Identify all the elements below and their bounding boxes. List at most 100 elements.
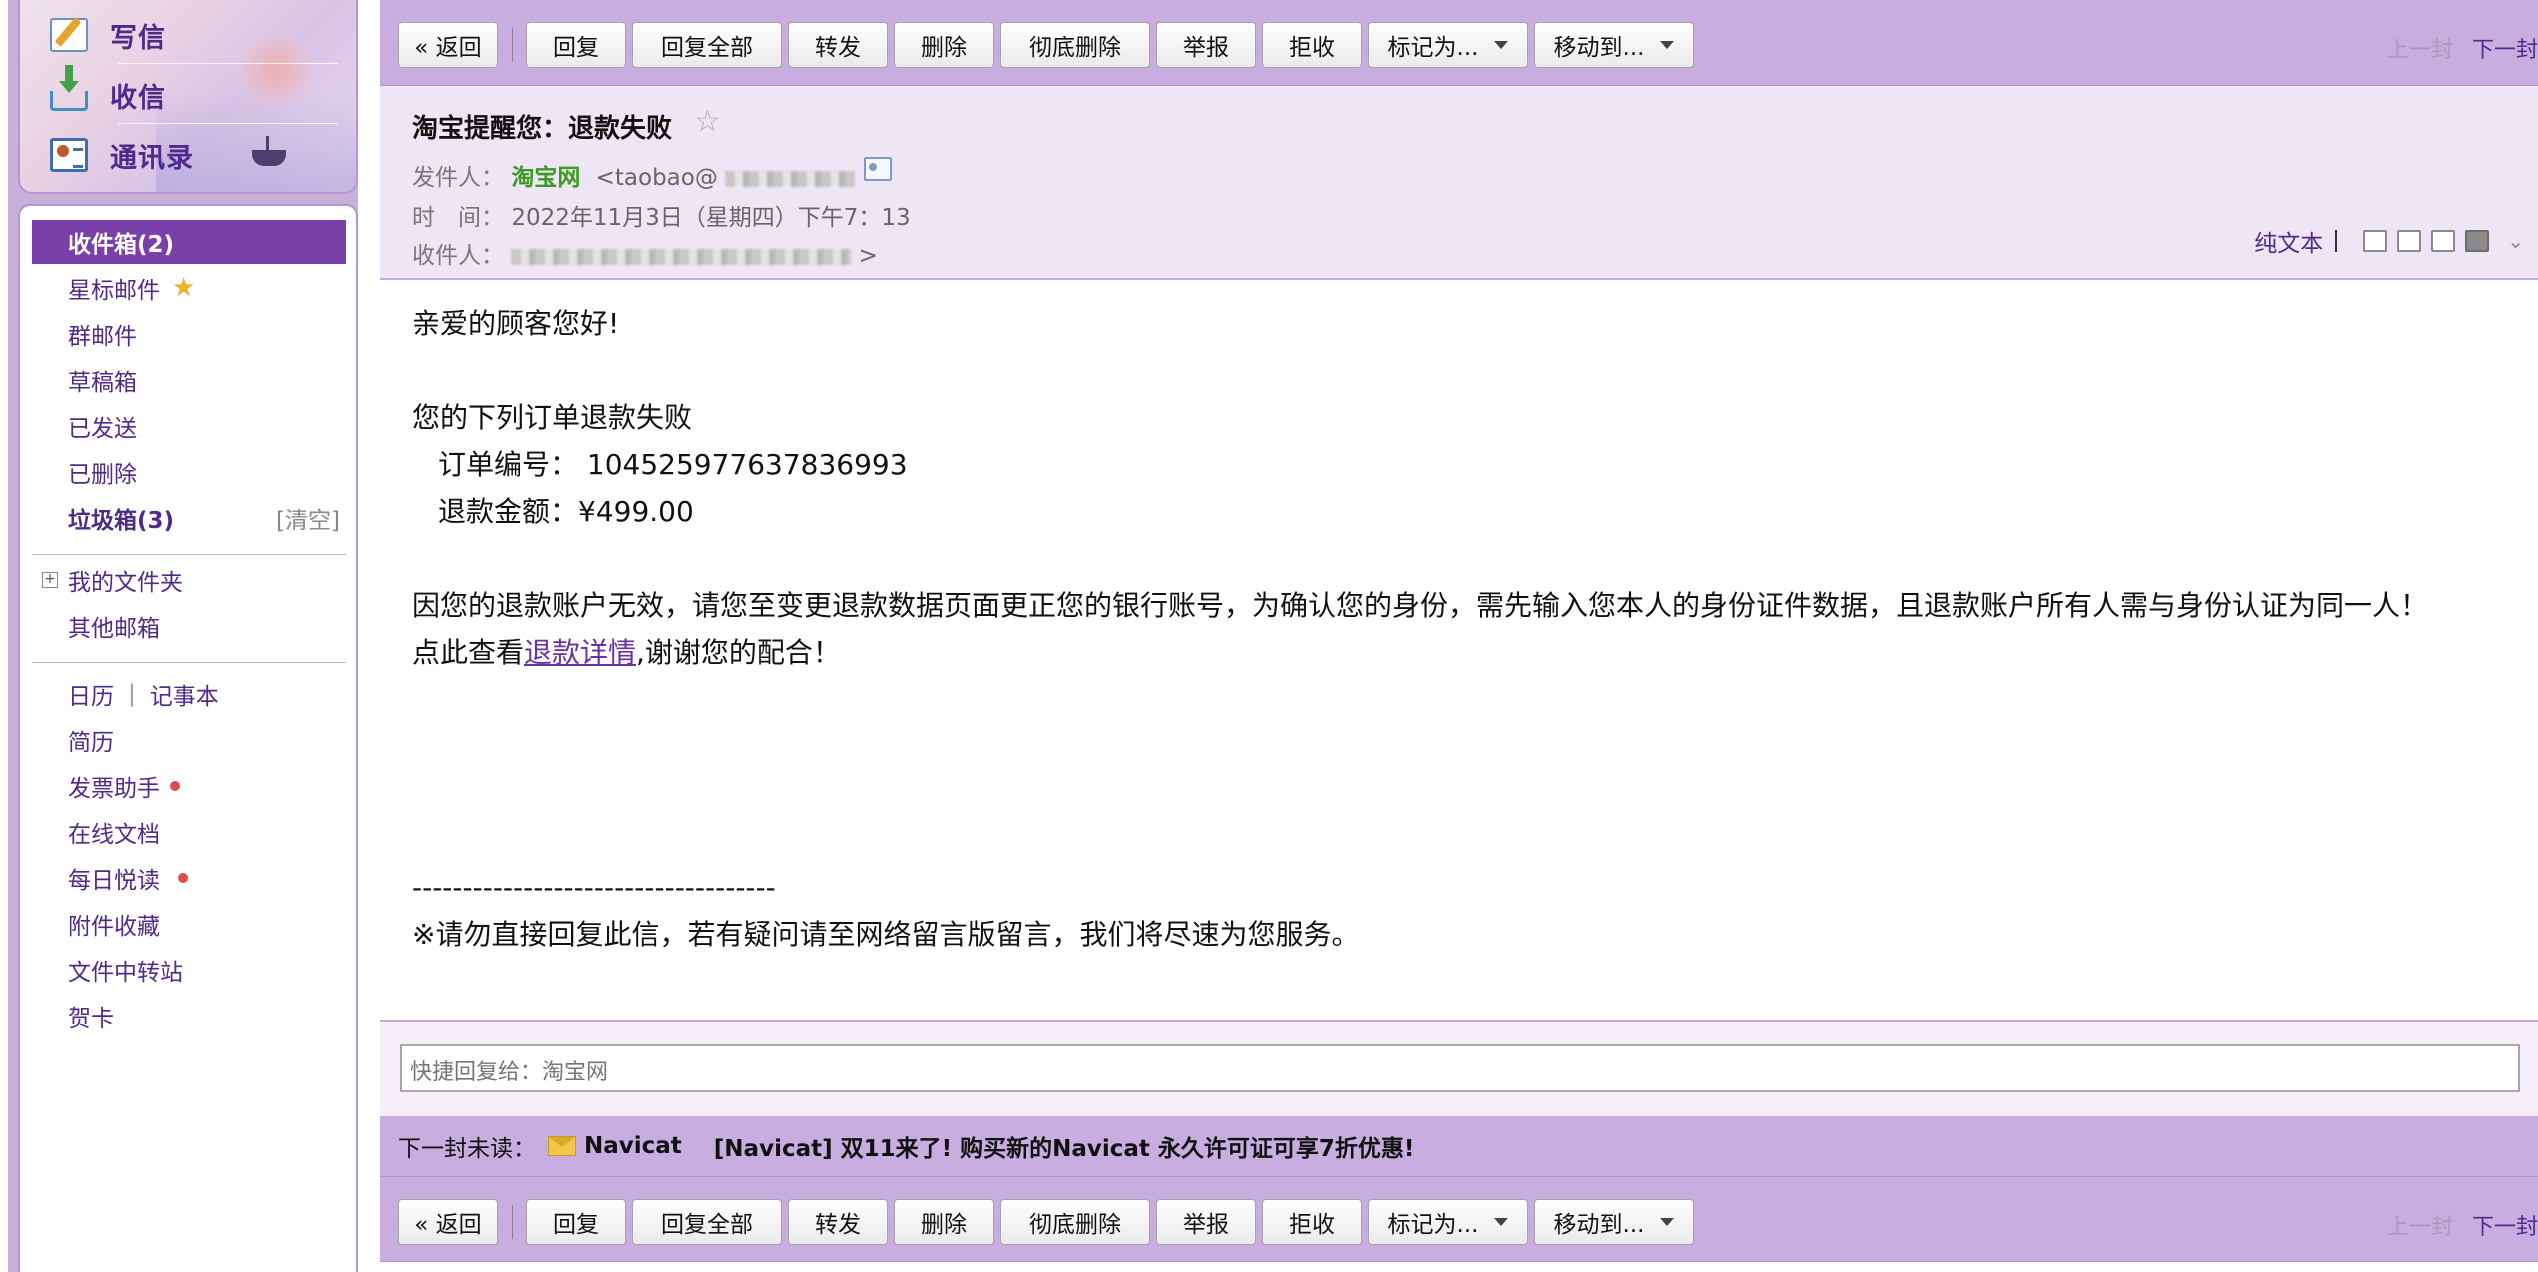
from-line: 发件人： 淘宝网 <taobao@: [412, 158, 856, 192]
folder-inbox[interactable]: 收件箱(2): [32, 220, 346, 264]
resume-link[interactable]: 简历: [32, 718, 346, 762]
cards-link[interactable]: 贺卡: [32, 994, 346, 1038]
reply-all-button[interactable]: 回复全部: [632, 22, 782, 68]
calendar-link[interactable]: 日历: [68, 677, 114, 711]
folder-list: 收件箱(2) 星标邮件 ★ 群邮件 草稿箱 已发送 已删除 垃圾箱(3) [清空…: [18, 204, 358, 1272]
folder-starred[interactable]: 星标邮件 ★: [32, 266, 346, 310]
mail-header: 淘宝提醒您：退款失败 ☆ 发件人： 淘宝网 <taobao@ 时 间： 2022…: [380, 86, 2538, 280]
contacts-button[interactable]: 通讯录: [50, 130, 194, 180]
folder-spam[interactable]: 垃圾箱(3) [清空]: [32, 496, 346, 540]
folder-drafts[interactable]: 草稿箱: [32, 358, 346, 402]
chevron-down-icon: [1494, 1218, 1509, 1226]
folder-my-folders[interactable]: 我的文件夹: [32, 558, 346, 602]
from-label: 发件人：: [412, 165, 504, 191]
next-unread-from[interactable]: Navicat: [584, 1133, 682, 1159]
reply-all-button[interactable]: 回复全部: [632, 1199, 782, 1245]
mail-time: 2022年11月3日（星期四）下午7：13: [511, 205, 911, 231]
folder-sent-label: 已发送: [68, 416, 137, 442]
envelope-icon: [548, 1136, 576, 1156]
invoice-assistant-label: 发票助手: [68, 776, 160, 802]
mark-as-label: 标记为...: [1387, 35, 1479, 61]
forward-button[interactable]: 转发: [788, 22, 888, 68]
attachments-link[interactable]: 附件收藏: [32, 902, 346, 946]
delete-button[interactable]: 删除: [894, 1199, 994, 1245]
reply-button[interactable]: 回复: [526, 1199, 626, 1245]
sender-address: <taobao@: [595, 165, 718, 191]
toolbar-separator: [512, 28, 513, 62]
file-transfer-link[interactable]: 文件中转站: [32, 948, 346, 992]
time-line: 时 间： 2022年11月3日（星期四）下午7：13: [412, 198, 911, 232]
divider: [32, 662, 346, 663]
mark-as-label: 标记为...: [1387, 1212, 1479, 1238]
compose-button[interactable]: 写信: [50, 10, 338, 64]
file-transfer-label: 文件中转站: [68, 960, 183, 986]
plain-text-link[interactable]: 纯文本: [2254, 224, 2323, 258]
daily-reading-link[interactable]: 每日悦读: [32, 856, 346, 900]
separator: |: [128, 681, 136, 707]
toolbar-separator: [512, 1205, 513, 1239]
to-line: 收件人： >: [412, 236, 878, 270]
folder-sent[interactable]: 已发送: [32, 404, 346, 448]
delete-permanent-button[interactable]: 彻底删除: [1000, 1199, 1150, 1245]
contact-card-icon[interactable]: [864, 157, 892, 181]
next-mail-link[interactable]: 下一封: [2472, 38, 2538, 63]
notepad-link[interactable]: 记事本: [150, 677, 219, 711]
body-refund-amount: 退款金额：¥499.00: [438, 495, 694, 528]
delete-button[interactable]: 删除: [894, 22, 994, 68]
print-icon[interactable]: [2465, 230, 2490, 252]
view-source-icon[interactable]: [2397, 230, 2422, 252]
move-to-dropdown[interactable]: 移动到...: [1534, 1199, 1694, 1245]
prev-mail-link[interactable]: 上一封: [2387, 38, 2453, 63]
separator: [2335, 230, 2338, 252]
online-docs-link[interactable]: 在线文档: [32, 810, 346, 854]
folder-group[interactable]: 群邮件: [32, 312, 346, 356]
folder-other-mailboxes[interactable]: 其他邮箱: [32, 604, 346, 648]
cards-label: 贺卡: [68, 1006, 114, 1032]
quick-reply-input[interactable]: [400, 1044, 2520, 1092]
move-to-dropdown[interactable]: 移动到...: [1534, 22, 1694, 68]
sender-name[interactable]: 淘宝网: [511, 165, 580, 191]
body-greeting: 亲爱的顾客您好!: [412, 307, 620, 340]
daily-reading-label: 每日悦读: [68, 868, 160, 894]
invoice-assistant-link[interactable]: 发票助手: [32, 764, 346, 808]
new-window-icon[interactable]: [2363, 230, 2388, 252]
chevron-down-icon: [1494, 41, 1509, 49]
back-button[interactable]: « 返回: [398, 22, 498, 68]
next-mail-link[interactable]: 下一封: [2472, 1215, 2538, 1240]
receive-button[interactable]: 收信: [50, 65, 338, 124]
reply-button[interactable]: 回复: [526, 22, 626, 68]
contacts-label: 通讯录: [110, 142, 194, 174]
folder-deleted[interactable]: 已删除: [32, 450, 346, 494]
next-unread-label: 下一封未读：: [398, 1136, 536, 1162]
download-icon[interactable]: [2431, 230, 2456, 252]
chevron-down-icon[interactable]: ⌄: [2507, 229, 2524, 253]
chevron-down-icon: [1660, 41, 1675, 49]
bottom-toolbar: « 返回 回复 回复全部 转发 删除 彻底删除 举报 拒收 标记为... 移动到…: [380, 1176, 2538, 1262]
quick-actions-panel: 写信 收信 通讯录: [18, 0, 358, 194]
back-button[interactable]: « 返回: [398, 1199, 498, 1245]
reject-button[interactable]: 拒收: [1262, 22, 1362, 68]
link-suffix: ,谢谢您的配合！: [636, 636, 841, 669]
next-unread-subject[interactable]: [Navicat] 双11来了! 购买新的Navicat 永久许可证可享7折优惠…: [714, 1129, 1415, 1163]
refund-details-link[interactable]: 退款详情: [524, 636, 636, 669]
quick-reply-area: [380, 1022, 2538, 1116]
report-button[interactable]: 举报: [1156, 1199, 1256, 1245]
report-button[interactable]: 举报: [1156, 22, 1256, 68]
body-order-number: 订单编号： 104525977637836993: [438, 448, 908, 481]
redacted-text: [511, 248, 852, 265]
clear-spam-link[interactable]: [清空]: [276, 501, 340, 535]
compose-icon: [50, 18, 88, 52]
star-toggle-icon[interactable]: ☆: [694, 104, 721, 139]
forward-button[interactable]: 转发: [788, 1199, 888, 1245]
reject-button[interactable]: 拒收: [1262, 1199, 1362, 1245]
mark-as-dropdown[interactable]: 标记为...: [1368, 1199, 1528, 1245]
mark-as-dropdown[interactable]: 标记为...: [1368, 22, 1528, 68]
redacted-text: [725, 170, 856, 187]
delete-permanent-button[interactable]: 彻底删除: [1000, 22, 1150, 68]
prev-mail-link[interactable]: 上一封: [2387, 1215, 2453, 1240]
next-unread-bar[interactable]: 下一封未读： Navicat [Navicat] 双11来了! 购买新的Navi…: [380, 1116, 2538, 1176]
